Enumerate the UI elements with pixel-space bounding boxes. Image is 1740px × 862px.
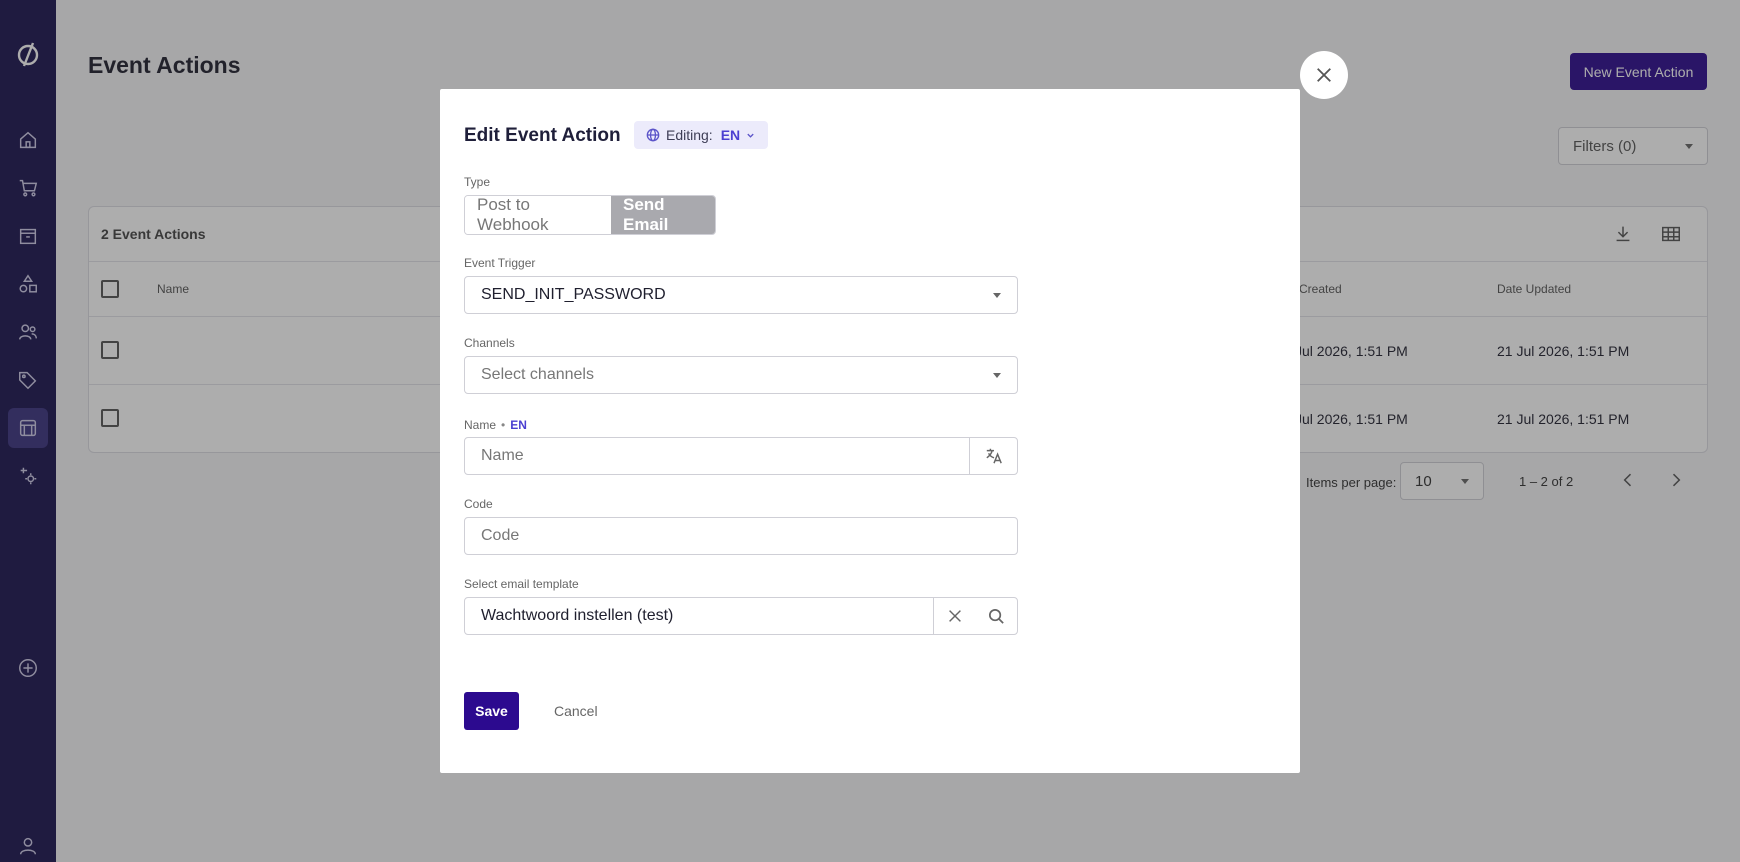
translate-icon: [985, 448, 1002, 464]
caret-down-icon: [993, 293, 1001, 298]
event-trigger-select[interactable]: SEND_INIT_PASSWORD: [464, 276, 1018, 314]
modal-title: Edit Event Action: [464, 125, 621, 146]
close-modal-button[interactable]: [1300, 51, 1348, 99]
globe-icon: [646, 128, 660, 142]
channels-select[interactable]: Select channels: [464, 356, 1018, 394]
close-icon: [1317, 68, 1331, 82]
channels-placeholder: Select channels: [481, 366, 594, 383]
type-label: Type: [464, 175, 491, 189]
close-icon: [948, 610, 961, 622]
save-button[interactable]: Save: [464, 692, 519, 730]
email-template-label: Select email template: [464, 577, 579, 591]
translate-button[interactable]: [969, 438, 1017, 474]
editing-language-dropdown[interactable]: Editing: EN: [634, 121, 768, 149]
email-template-field[interactable]: Wachtwoord instellen (test): [464, 597, 1018, 635]
type-toggle: Post to Webhook Send Email: [464, 195, 716, 235]
clear-template-button[interactable]: [933, 598, 975, 634]
chevron-down-icon: [747, 133, 754, 138]
name-field[interactable]: Name: [464, 437, 1018, 475]
caret-down-icon: [993, 373, 1001, 378]
type-option-send-email[interactable]: Send Email: [611, 196, 715, 234]
cancel-button[interactable]: Cancel: [554, 703, 598, 719]
name-language: EN: [510, 418, 527, 432]
edit-event-action-modal: Edit Event Action Editing: EN Type Post …: [440, 89, 1300, 773]
event-trigger-label: Event Trigger: [464, 256, 536, 270]
search-icon: [988, 608, 1004, 624]
code-field[interactable]: Code: [464, 517, 1018, 555]
name-label-group: Name • EN: [464, 418, 527, 432]
code-placeholder: Code: [481, 527, 520, 544]
name-placeholder: Name: [481, 447, 524, 464]
email-template-value: Wachtwoord instellen (test): [481, 607, 674, 624]
channels-label: Channels: [464, 336, 515, 350]
search-template-button[interactable]: [975, 598, 1017, 634]
type-option-webhook[interactable]: Post to Webhook: [465, 196, 611, 234]
event-trigger-value: SEND_INIT_PASSWORD: [481, 286, 666, 303]
code-label: Code: [464, 497, 493, 511]
editing-language: EN: [720, 127, 741, 143]
editing-label: Editing:: [666, 127, 713, 143]
name-label: Name: [464, 418, 497, 432]
separator-dot: •: [501, 418, 506, 432]
